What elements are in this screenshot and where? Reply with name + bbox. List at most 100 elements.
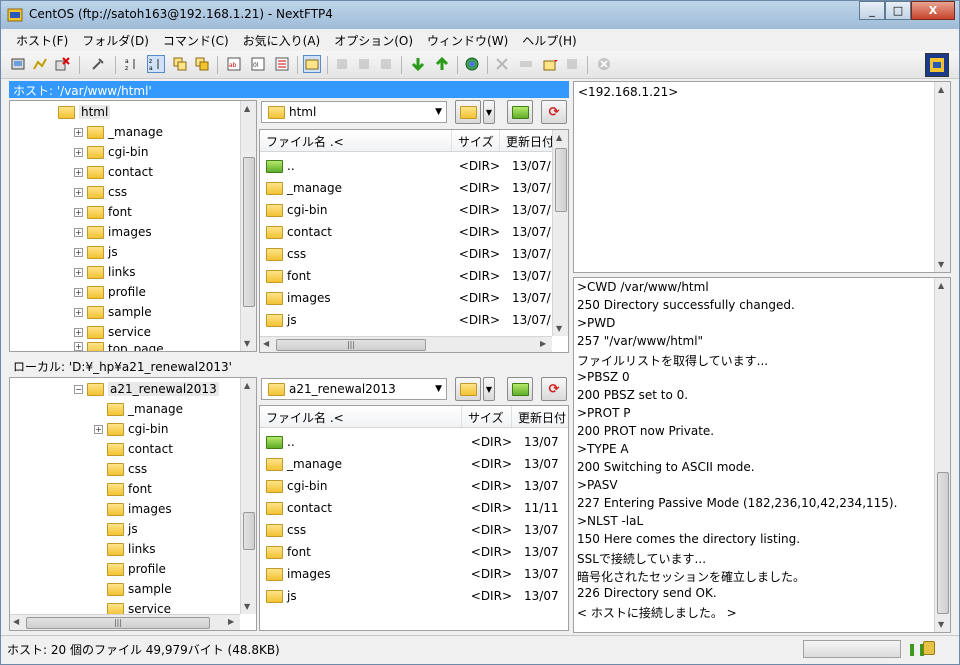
tree-node[interactable]: + top_page [74, 342, 164, 351]
tree-node[interactable]: font [107, 479, 152, 499]
web-icon[interactable] [463, 55, 481, 73]
expand-icon[interactable]: + [74, 267, 83, 277]
info-scrollbar[interactable]: ▲ ▼ [934, 82, 950, 272]
expand-icon[interactable]: + [74, 127, 83, 137]
expand-icon[interactable]: + [74, 247, 83, 257]
scroll-up-icon[interactable]: ▲ [244, 104, 250, 113]
local-tree-scrollbar[interactable]: ▲ ▼ [240, 378, 256, 614]
scroll-up-icon[interactable]: ▲ [244, 381, 250, 390]
open-folder-icon[interactable] [303, 55, 321, 73]
view-list-icon[interactable]: 0l [249, 55, 267, 73]
local-up-folder-button[interactable] [507, 377, 533, 401]
menu-favorites[interactable]: お気に入り(A) [236, 29, 328, 51]
local-folder-button[interactable] [455, 377, 481, 401]
tree-node[interactable]: css [107, 459, 147, 479]
remote-up-folder-button[interactable] [507, 100, 533, 124]
scroll-left-icon[interactable]: ◀ [263, 339, 269, 348]
tree-node[interactable]: + profile [74, 282, 146, 302]
connect-icon[interactable] [9, 55, 27, 73]
maximize-button[interactable]: □ [885, 1, 911, 20]
tree-node[interactable]: _manage [107, 399, 183, 419]
disconnect-icon[interactable] [53, 55, 71, 73]
tree-node[interactable]: sample [107, 579, 172, 599]
tree-node[interactable]: images [107, 499, 172, 519]
file-row[interactable]: js <DIR> 13/07 [260, 585, 568, 607]
file-row[interactable]: _manage <DIR> 13/07 [260, 453, 568, 475]
tree-node[interactable]: + _manage [74, 122, 163, 142]
copy-icon[interactable] [355, 55, 373, 73]
menu-options[interactable]: オプション(O) [327, 29, 420, 51]
file-row[interactable]: css <DIR> 13/07/ [260, 243, 554, 265]
scroll-left-icon[interactable]: ◀ [13, 617, 19, 626]
file-row[interactable]: .. <DIR> 13/07 [260, 431, 568, 453]
sync-icon[interactable] [193, 55, 211, 73]
remote-list-scrollbar[interactable]: ▲ ▼ [552, 130, 568, 336]
copy-view-icon[interactable] [171, 55, 189, 73]
local-folder-tree[interactable]: − a21_renewal2013 _manage + cgi-bin conta… [9, 377, 257, 631]
scroll-right-icon[interactable]: ▶ [540, 339, 546, 348]
file-row[interactable]: font <DIR> 13/07/ [260, 265, 554, 287]
attributes-icon[interactable] [563, 55, 581, 73]
scroll-down-icon[interactable]: ▼ [244, 602, 250, 611]
menu-help[interactable]: ヘルプ(H) [515, 29, 583, 51]
column-header-size[interactable]: サイズ [452, 130, 500, 151]
remote-tree-scrollbar[interactable]: ▲ ▼ [240, 101, 256, 351]
tree-node[interactable]: + js [74, 242, 118, 262]
new-folder-icon[interactable] [541, 55, 559, 73]
column-header-name[interactable]: ファイル名 .< [260, 406, 462, 427]
local-tree-hscrollbar[interactable]: ◀ ||| ▶ [10, 614, 240, 630]
close-button[interactable]: X [911, 1, 955, 20]
title-bar[interactable]: CentOS (ftp://satoh163@192.168.1.21) - N… [1, 1, 959, 29]
scroll-down-icon[interactable]: ▼ [938, 260, 944, 269]
tree-node[interactable]: contact [107, 439, 173, 459]
menu-command[interactable]: コマンド(C) [156, 29, 236, 51]
local-folder-combo[interactable]: a21_renewal2013 ▼ [261, 378, 447, 400]
collapse-icon[interactable]: − [74, 384, 83, 394]
remote-list-hscrollbar[interactable]: ◀ ||| ▶ [260, 336, 552, 352]
expand-icon[interactable]: + [74, 207, 83, 217]
scroll-right-icon[interactable]: ▶ [228, 617, 234, 626]
scroll-down-icon[interactable]: ▼ [938, 620, 944, 629]
column-header-size[interactable]: サイズ [462, 406, 512, 427]
tree-node-root[interactable]: html [58, 102, 111, 122]
menu-window[interactable]: ウィンドウ(W) [420, 29, 515, 51]
file-row[interactable]: contact <DIR> 13/07/ [260, 221, 554, 243]
file-row[interactable]: _manage <DIR> 13/07/ [260, 177, 554, 199]
download-icon[interactable] [409, 55, 427, 73]
tree-node[interactable]: + images [74, 222, 152, 242]
scroll-up-icon[interactable]: ▲ [938, 281, 944, 290]
quick-connect-icon[interactable] [31, 55, 49, 73]
tree-node[interactable]: links [107, 539, 155, 559]
expand-icon[interactable]: + [74, 227, 83, 237]
view-large-icon[interactable]: ab [225, 55, 243, 73]
tree-node[interactable]: profile [107, 559, 166, 579]
paste-icon[interactable] [377, 55, 395, 73]
scroll-down-icon[interactable]: ▼ [556, 324, 562, 333]
sort-asc-icon[interactable]: az [123, 55, 141, 73]
column-header-name[interactable]: ファイル名 .< [260, 130, 452, 151]
tree-node[interactable]: + service [74, 322, 151, 342]
delete-icon[interactable] [493, 55, 511, 73]
file-row[interactable]: images <DIR> 13/07 [260, 563, 568, 585]
local-folder-dropdown[interactable]: ▼ [483, 377, 495, 401]
sort-desc-icon[interactable]: za [147, 55, 165, 73]
expand-icon[interactable]: + [94, 424, 103, 434]
file-row[interactable]: css <DIR> 13/07 [260, 519, 568, 541]
menu-folder[interactable]: フォルダ(D) [75, 29, 156, 51]
stop-icon[interactable] [595, 55, 613, 73]
local-file-list[interactable]: ファイル名 .< サイズ 更新日付 .. <DIR> 13/07 _manage <D… [259, 405, 569, 631]
expand-icon[interactable]: + [74, 327, 83, 337]
scroll-thumb[interactable] [243, 157, 255, 307]
file-row[interactable]: font <DIR> 13/07 [260, 541, 568, 563]
remote-folder-dropdown[interactable]: ▼ [483, 100, 495, 124]
properties-icon[interactable] [89, 55, 107, 73]
scroll-down-icon[interactable]: ▼ [244, 339, 250, 348]
scroll-up-icon[interactable]: ▲ [556, 133, 562, 142]
view-detail-icon[interactable] [273, 55, 291, 73]
scroll-thumb[interactable] [937, 472, 949, 614]
remote-refresh-button[interactable]: ⟳ [541, 100, 567, 124]
remote-file-list[interactable]: ファイル名 .< サイズ 更新日付 .. <DIR> 13/07/ _manage <… [259, 129, 569, 353]
tree-node[interactable]: + cgi-bin [74, 142, 148, 162]
remote-folder-tree[interactable]: html + _manage + cgi-bin + contact + css + fo… [9, 100, 257, 352]
tree-node[interactable]: + cgi-bin [94, 419, 168, 439]
